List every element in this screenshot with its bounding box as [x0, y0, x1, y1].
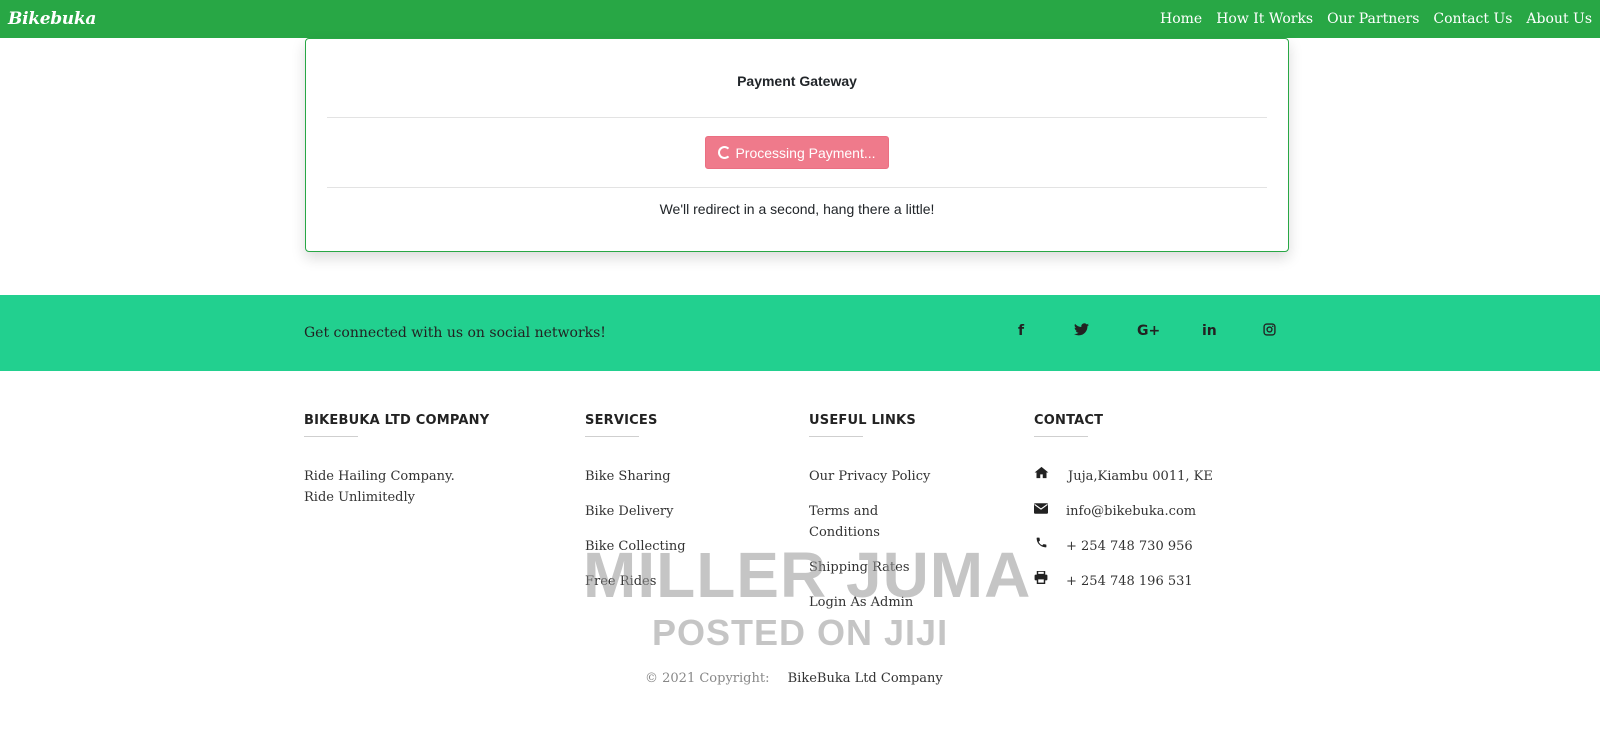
heading-underline	[1034, 436, 1088, 437]
terms-link[interactable]: Terms and Conditions	[809, 501, 929, 543]
company-tagline-1: Ride Hailing Company.	[304, 469, 455, 484]
service-bike-delivery-link[interactable]: Bike Delivery	[585, 501, 673, 522]
twitter-icon[interactable]	[1074, 323, 1089, 340]
social-band: Get connected with us on social networks…	[0, 295, 1600, 371]
divider	[327, 117, 1267, 118]
contact-email-link[interactable]: info@bikebuka.com	[1066, 501, 1196, 522]
contact-heading: CONTACT	[1034, 413, 1104, 428]
phone-icon	[1032, 536, 1050, 553]
top-navbar: Bikebuka Home How It Works Our Partners …	[0, 0, 1600, 38]
copyright-prefix: © 2021 Copyright:	[645, 671, 770, 686]
nav-how-it-works-link[interactable]: How It Works	[1216, 11, 1313, 27]
copyright-company-link[interactable]: BikeBuka Ltd Company	[788, 671, 943, 686]
payment-card: Payment Gateway Processing Payment... We…	[305, 38, 1289, 252]
spinner-icon	[718, 146, 732, 159]
copyright-line: © 2021 Copyright: BikeBuka Ltd Company	[645, 671, 943, 686]
company-tagline-2: Ride Unlimitedly	[304, 490, 415, 505]
printer-icon	[1032, 570, 1050, 588]
contact-fax: + 254 748 196 531	[1066, 574, 1193, 589]
button-label: Processing Payment...	[735, 144, 876, 161]
processing-payment-button[interactable]: Processing Payment...	[705, 136, 889, 169]
envelope-icon	[1032, 502, 1050, 518]
service-bike-sharing-link[interactable]: Bike Sharing	[585, 466, 671, 487]
card-title: Payment Gateway	[737, 73, 857, 89]
watermark-posted: POSTED ON JIJI	[652, 612, 949, 653]
heading-underline	[585, 436, 639, 437]
company-heading: BIKEBUKA LTD COMPANY	[304, 413, 490, 428]
redirect-message: We'll redirect in a second, hang there a…	[659, 201, 935, 217]
home-icon	[1032, 466, 1050, 483]
services-heading: SERVICES	[585, 413, 658, 428]
divider	[327, 187, 1267, 188]
contact-address: Juja,Kiambu 0011, KE	[1068, 469, 1213, 484]
privacy-policy-link[interactable]: Our Privacy Policy	[809, 466, 930, 487]
facebook-icon[interactable]: f	[1018, 323, 1024, 339]
nav-about-us-link[interactable]: About Us	[1526, 11, 1592, 27]
contact-phone: + 254 748 730 956	[1066, 539, 1193, 554]
google-plus-icon[interactable]: G+	[1137, 323, 1160, 339]
nav-home-link[interactable]: Home	[1160, 11, 1202, 27]
brand-logo[interactable]: Bikebuka	[8, 9, 96, 29]
social-text: Get connected with us on social networks…	[304, 325, 606, 341]
heading-underline	[809, 436, 863, 437]
nav-our-partners-link[interactable]: Our Partners	[1327, 11, 1419, 27]
useful-links-heading: USEFUL LINKS	[809, 413, 916, 428]
nav-links: Home How It Works Our Partners Contact U…	[1160, 11, 1592, 27]
heading-underline	[304, 436, 358, 437]
linkedin-icon[interactable]: in	[1202, 323, 1217, 339]
instagram-icon[interactable]	[1263, 323, 1276, 340]
watermark-name: MILLER JUMA	[583, 539, 1032, 611]
nav-contact-us-link[interactable]: Contact Us	[1433, 11, 1512, 27]
